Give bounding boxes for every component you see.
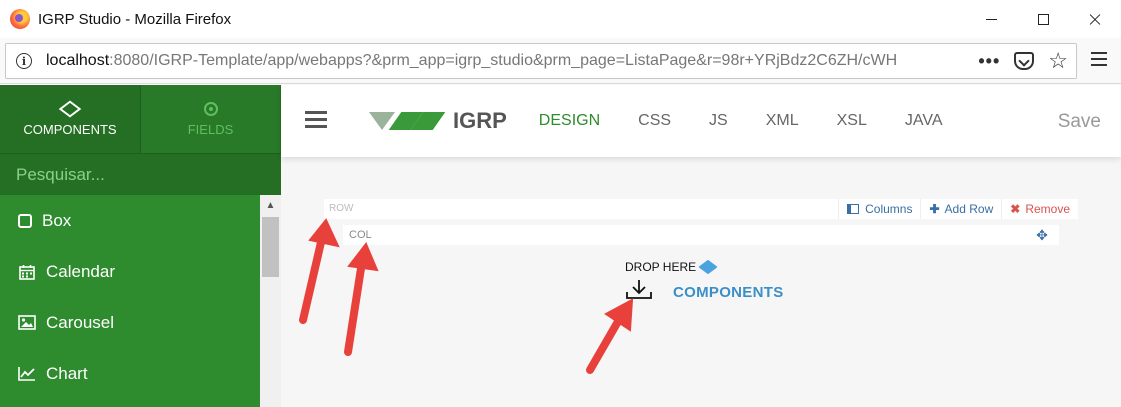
tab-xml[interactable]: XML — [766, 112, 799, 130]
browser-menu-icon[interactable] — [1091, 52, 1107, 70]
design-canvas: ROW Columns ✚ Add Row ✖ Remove COL ✥ DROP … — [281, 157, 1121, 407]
sidebar-search — [0, 153, 281, 195]
url-path: :8080/IGRP-Template/app/webapps?&prm_app… — [109, 52, 898, 69]
cube-icon — [698, 259, 718, 275]
sidebar-item-box[interactable]: Box — [0, 195, 260, 246]
studio-header: IGRP DESIGN CSS JS XML XSL JAVA Save — [281, 85, 1121, 157]
sidebar-item-calendar[interactable]: Calendar — [0, 246, 260, 297]
tab-components-label: COMPONENTS — [23, 121, 117, 137]
menu-icon[interactable] — [305, 110, 327, 132]
row-actions: Columns ✚ Add Row ✖ Remove — [838, 199, 1078, 219]
editor-tabs: DESIGN CSS JS XML XSL JAVA — [539, 112, 981, 130]
sidebar-item-carousel[interactable]: Carousel — [0, 297, 260, 348]
sidebar-scrollbar[interactable]: ▲ — [260, 195, 281, 407]
columns-icon — [847, 204, 860, 214]
scroll-thumb[interactable] — [262, 217, 279, 277]
image-icon — [18, 315, 36, 331]
igrp-logo: IGRP — [367, 108, 507, 134]
calendar-icon — [18, 264, 36, 280]
columns-button[interactable]: Columns — [838, 199, 920, 219]
col-container[interactable]: COL — [343, 225, 1059, 245]
component-list: Box Calendar Carousel Chart — [0, 195, 260, 399]
scroll-up-icon[interactable]: ▲ — [260, 195, 281, 215]
row-label: ROW — [329, 203, 354, 214]
drop-zone-label: DROP HERE — [625, 259, 718, 275]
page-actions-icon[interactable]: ••• — [978, 51, 1000, 72]
add-row-button[interactable]: ✚ Add Row — [920, 199, 1001, 219]
minimize-icon — [985, 18, 997, 20]
tab-fields-label: FIELDS — [187, 121, 234, 137]
remove-label: Remove — [1025, 202, 1070, 216]
square-icon — [18, 213, 32, 228]
window-title: IGRP Studio - Mozilla Firefox — [38, 10, 232, 28]
sidebar-item-label: Box — [42, 210, 72, 230]
sidebar-item-label: Chart — [46, 363, 88, 383]
drop-zone-components[interactable]: COMPONENTS — [673, 284, 784, 301]
sidebar-item-label: Calendar — [46, 261, 115, 281]
minimize-button[interactable] — [965, 0, 1017, 38]
drop-here-text: DROP HERE — [625, 260, 697, 274]
remove-icon: ✖ — [1010, 202, 1021, 216]
add-row-label: Add Row — [944, 202, 994, 216]
window-controls — [965, 0, 1121, 38]
cube-icon — [58, 99, 82, 118]
bookmark-star-icon[interactable]: ☆ — [1048, 50, 1068, 72]
tab-components[interactable]: COMPONENTS — [0, 85, 140, 153]
url-text[interactable]: localhost:8080/IGRP-Template/app/webapps… — [46, 52, 946, 70]
sidebar-tabs: COMPONENTS FIELDS — [0, 85, 281, 153]
target-icon — [203, 101, 218, 116]
plus-icon: ✚ — [929, 202, 940, 216]
tab-xsl[interactable]: XSL — [837, 112, 867, 130]
logo-text: IGRP — [453, 108, 507, 133]
tab-fields[interactable]: FIELDS — [140, 85, 280, 153]
remove-button[interactable]: ✖ Remove — [1001, 199, 1078, 219]
tab-css[interactable]: CSS — [638, 112, 671, 130]
firefox-icon — [10, 9, 30, 29]
row-container[interactable]: ROW Columns ✚ Add Row ✖ Remove — [324, 199, 1078, 219]
info-icon[interactable]: i — [16, 53, 32, 69]
search-input[interactable] — [16, 164, 246, 185]
maximize-icon — [1037, 13, 1049, 25]
sidebar-item-label: Carousel — [46, 312, 115, 332]
columns-label: Columns — [865, 202, 913, 216]
move-icon[interactable]: ✥ — [1027, 225, 1057, 245]
tab-java[interactable]: JAVA — [905, 112, 943, 130]
sidebar-item-chart[interactable]: Chart — [0, 348, 260, 399]
save-button[interactable]: Save — [1058, 111, 1101, 133]
browser-navbar: i localhost:8080/IGRP-Template/app/webap… — [0, 38, 1121, 84]
window-titlebar: IGRP Studio - Mozilla Firefox — [0, 0, 1121, 38]
close-window-button[interactable] — [1069, 0, 1121, 38]
tab-design[interactable]: DESIGN — [539, 112, 600, 130]
col-label: COL — [349, 229, 372, 241]
pocket-icon[interactable] — [1014, 52, 1035, 70]
url-actions: ••• ☆ — [978, 44, 1068, 78]
url-host: localhost — [46, 52, 110, 69]
tab-js[interactable]: JS — [709, 112, 728, 130]
logo-icon — [367, 112, 446, 130]
maximize-button[interactable] — [1017, 0, 1069, 38]
url-bar[interactable]: i localhost:8080/IGRP-Template/app/webap… — [5, 43, 1077, 79]
line-chart-icon — [18, 366, 36, 382]
sidebar: COMPONENTS FIELDS Box Calendar Carousel — [0, 85, 281, 407]
download-icon — [626, 280, 652, 299]
